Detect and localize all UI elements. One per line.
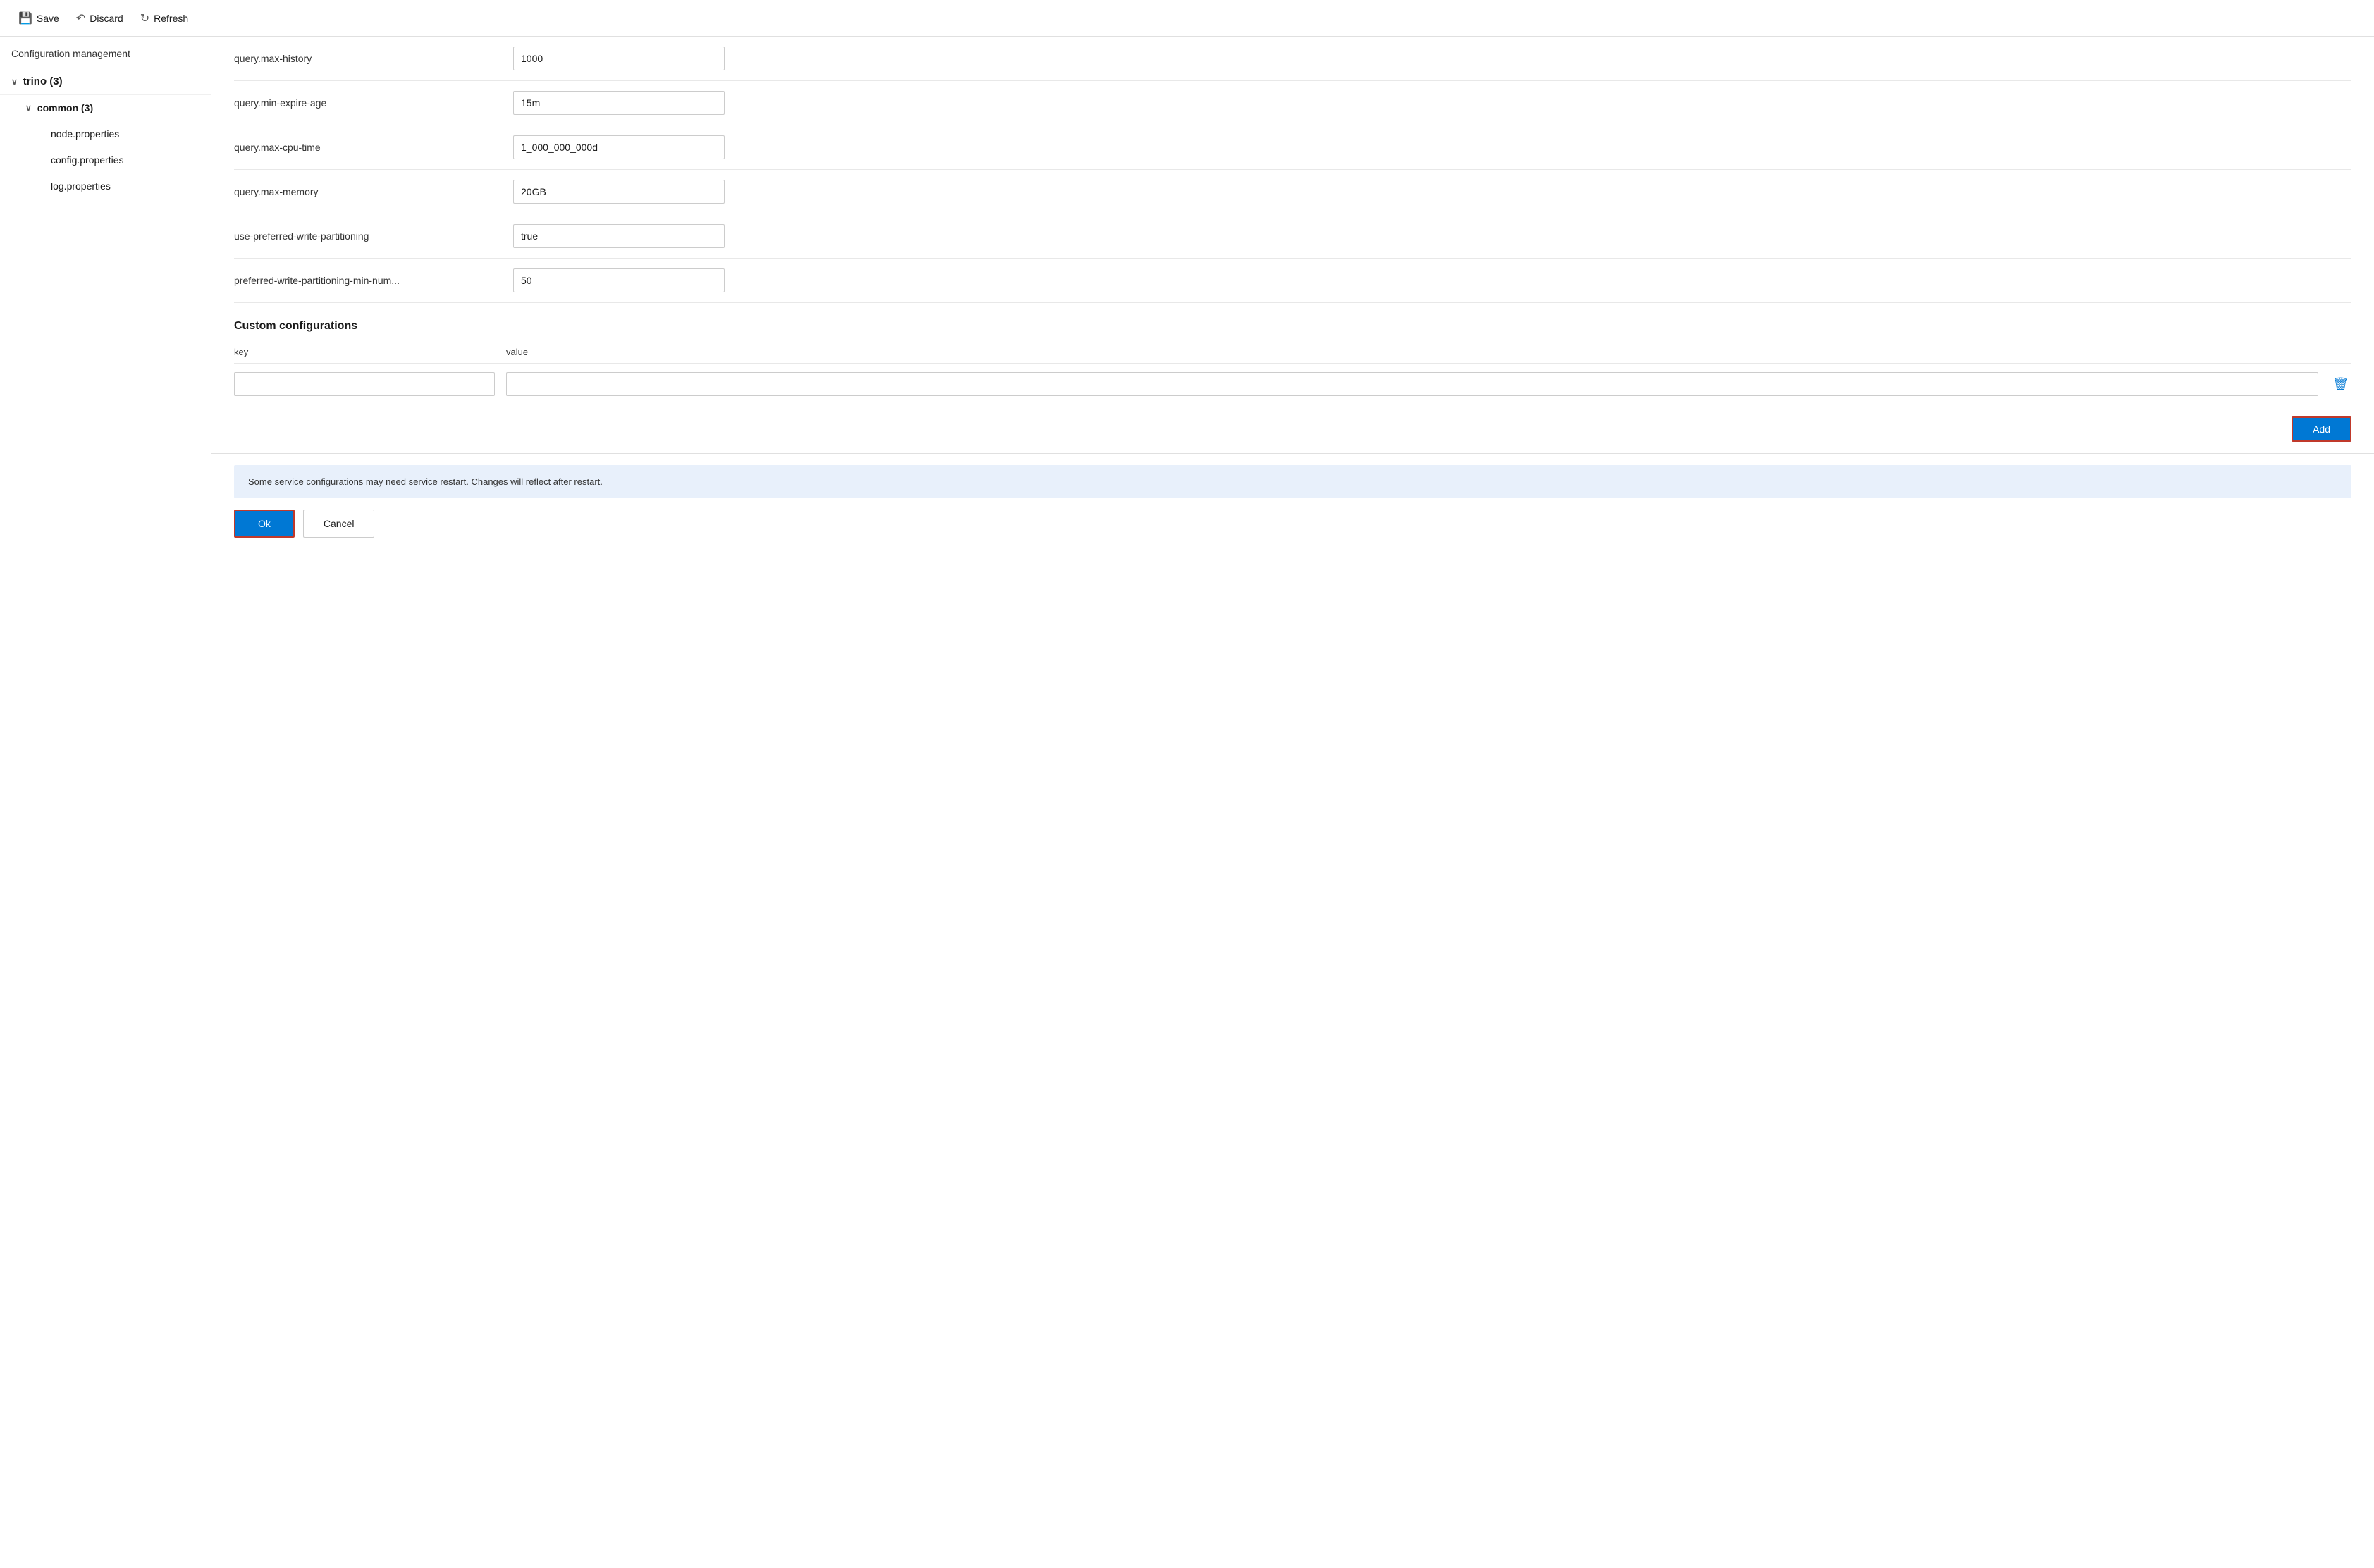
config-key-label: query.max-cpu-time xyxy=(234,142,502,153)
sidebar-item-config-props[interactable]: config.properties xyxy=(0,147,211,173)
sidebar-item-label: common (3) xyxy=(37,102,93,113)
chevron-icon: ∨ xyxy=(25,103,32,113)
content-panel: query.max-history query.min-expire-age que… xyxy=(211,37,2374,1568)
discard-label: Discard xyxy=(90,13,123,24)
config-key-label: query.min-expire-age xyxy=(234,97,502,109)
delete-row-button[interactable]: 🗑 xyxy=(2330,374,2351,395)
add-button[interactable]: Add xyxy=(2292,416,2351,442)
custom-section-title: Custom configurations xyxy=(234,320,2351,333)
sidebar-item-log-props[interactable]: log.properties xyxy=(0,173,211,199)
config-key-label: preferred-write-partitioning-min-num... xyxy=(234,275,502,286)
refresh-label: Refresh xyxy=(154,13,188,24)
sidebar-item-label: log.properties xyxy=(51,180,111,192)
config-value-input[interactable] xyxy=(513,268,725,292)
info-banner: Some service configurations may need ser… xyxy=(234,465,2351,498)
config-value-input[interactable] xyxy=(513,91,725,115)
sidebar-item-label: node.properties xyxy=(51,128,119,140)
config-row: query.max-cpu-time xyxy=(234,125,2351,170)
value-column-header: value xyxy=(506,347,2351,357)
config-section: query.max-history query.min-expire-age que… xyxy=(211,37,2374,303)
toolbar: 💾 Save ↶ Discard ↻ Refresh xyxy=(0,0,2374,37)
config-row: use-preferred-write-partitioning xyxy=(234,214,2351,259)
config-value-container xyxy=(513,47,2351,70)
sidebar-title: Configuration management xyxy=(11,48,130,59)
custom-table-header: key value xyxy=(234,347,2351,364)
chevron-icon: ∨ xyxy=(11,77,18,87)
config-row: query.max-memory xyxy=(234,170,2351,214)
main-layout: Configuration management ∨ trino (3) ∨ comm… xyxy=(0,37,2374,1568)
sidebar-item-trino[interactable]: ∨ trino (3) xyxy=(0,68,211,95)
config-value-container xyxy=(513,180,2351,204)
sidebar-item-common[interactable]: ∨ common (3) xyxy=(0,95,211,121)
cancel-button[interactable]: Cancel xyxy=(303,510,375,538)
config-row: preferred-write-partitioning-min-num... xyxy=(234,259,2351,303)
add-button-area: Add xyxy=(211,405,2374,454)
save-button[interactable]: 💾 Save xyxy=(11,7,66,30)
sidebar: Configuration management ∨ trino (3) ∨ comm… xyxy=(0,37,211,1568)
refresh-icon: ↻ xyxy=(140,11,149,25)
save-icon: 💾 xyxy=(18,11,32,25)
custom-key-input[interactable] xyxy=(234,372,495,396)
config-key-label: query.max-memory xyxy=(234,186,502,197)
config-value-container xyxy=(513,91,2351,115)
custom-value-input[interactable] xyxy=(506,372,2318,396)
config-value-input[interactable] xyxy=(513,224,725,248)
config-value-input[interactable] xyxy=(513,47,725,70)
sidebar-header: Configuration management xyxy=(0,37,211,68)
custom-configurations-section: Custom configurations key value 🗑 xyxy=(211,303,2374,405)
discard-icon: ↶ xyxy=(76,11,85,25)
custom-config-row: 🗑 xyxy=(234,364,2351,405)
sidebar-item-label: trino (3) xyxy=(23,75,63,87)
config-value-input[interactable] xyxy=(513,180,725,204)
ok-button[interactable]: Ok xyxy=(234,510,295,538)
sidebar-item-label: config.properties xyxy=(51,154,124,166)
config-row: query.min-expire-age xyxy=(234,81,2351,125)
config-key-label: use-preferred-write-partitioning xyxy=(234,230,502,242)
sidebar-item-node-props[interactable]: node.properties xyxy=(0,121,211,147)
config-value-container xyxy=(513,268,2351,292)
config-row: query.max-history xyxy=(234,37,2351,81)
config-value-input[interactable] xyxy=(513,135,725,159)
key-column-header: key xyxy=(234,347,495,357)
config-key-label: query.max-history xyxy=(234,53,502,64)
discard-button[interactable]: ↶ Discard xyxy=(69,7,130,30)
config-value-container xyxy=(513,224,2351,248)
footer-buttons: Ok Cancel xyxy=(211,510,2374,555)
refresh-button[interactable]: ↻ Refresh xyxy=(133,7,195,30)
config-value-container xyxy=(513,135,2351,159)
save-label: Save xyxy=(37,13,59,24)
